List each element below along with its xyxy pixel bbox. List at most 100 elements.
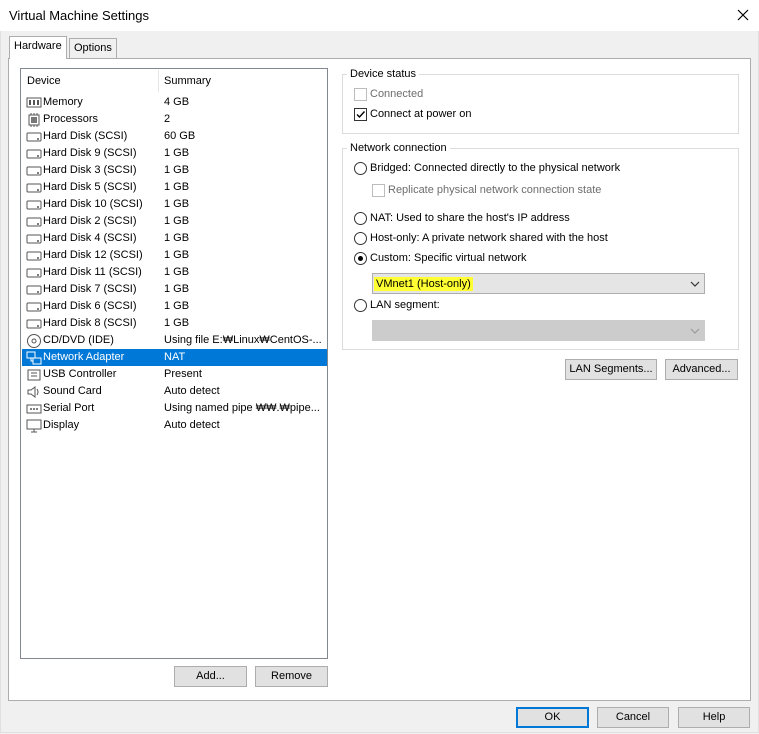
- replicate-checkbox[interactable]: [372, 184, 385, 197]
- device-name: Network Adapter: [43, 351, 125, 363]
- device-row[interactable]: Hard Disk 6 (SCSI) 1 GB: [22, 298, 327, 315]
- device-summary: 1 GB: [164, 283, 190, 295]
- tab-options[interactable]: Options: [69, 38, 117, 58]
- connected-checkbox[interactable]: [354, 88, 367, 101]
- device-name: Hard Disk 5 (SCSI): [43, 181, 137, 193]
- device-row[interactable]: Processors 2: [22, 111, 327, 128]
- device-summary: 1 GB: [164, 232, 190, 244]
- device-row[interactable]: Hard Disk 5 (SCSI) 1 GB: [22, 179, 327, 196]
- processor-icon: [28, 113, 40, 127]
- device-row[interactable]: Hard Disk 7 (SCSI) 1 GB: [22, 281, 327, 298]
- replicate-label: Replicate physical network connection st…: [388, 184, 602, 196]
- device-row[interactable]: Hard Disk 10 (SCSI) 1 GB: [22, 196, 327, 213]
- device-summary: Auto detect: [164, 419, 220, 431]
- hard-disk-icon: [26, 234, 42, 244]
- close-button[interactable]: [732, 3, 754, 27]
- cancel-button[interactable]: Cancel: [597, 707, 669, 728]
- device-row[interactable]: Hard Disk (SCSI) 60 GB: [22, 128, 327, 145]
- tab-hardware[interactable]: Hardware: [9, 36, 67, 59]
- advanced-button[interactable]: Advanced...: [665, 359, 738, 380]
- lan-segment-select[interactable]: [372, 320, 705, 341]
- network-adapter-icon: [26, 351, 42, 365]
- device-summary: 4 GB: [164, 96, 190, 108]
- custom-label: Custom: Specific virtual network: [370, 252, 527, 264]
- device-summary: Using named pipe ₩₩.₩pipe...: [164, 402, 320, 414]
- nat-radio[interactable]: [354, 212, 367, 225]
- device-name: Hard Disk 4 (SCSI): [43, 232, 137, 244]
- custom-radio[interactable]: [354, 252, 367, 265]
- connected-label: Connected: [370, 88, 424, 100]
- device-summary: 1 GB: [164, 164, 190, 176]
- host-only-radio[interactable]: [354, 232, 367, 245]
- lan-segment-radio[interactable]: [354, 299, 367, 312]
- device-name: USB Controller: [43, 368, 117, 380]
- monitor-icon: [26, 419, 42, 433]
- device-summary: 1 GB: [164, 198, 190, 210]
- device-name: CD/DVD (IDE): [43, 334, 114, 346]
- device-status-label: Device status: [347, 68, 420, 80]
- lan-segments-button[interactable]: LAN Segments...: [565, 359, 657, 380]
- column-header-summary[interactable]: Summary: [164, 75, 211, 89]
- column-header-device[interactable]: Device: [27, 75, 61, 89]
- device-name: Display: [43, 419, 80, 431]
- device-row[interactable]: Hard Disk 2 (SCSI) 1 GB: [22, 213, 327, 230]
- hard-disk-icon: [26, 200, 42, 210]
- device-name: Hard Disk 10 (SCSI): [43, 198, 143, 210]
- device-row[interactable]: Hard Disk 8 (SCSI) 1 GB: [22, 315, 327, 332]
- device-name: Hard Disk 3 (SCSI): [43, 164, 137, 176]
- hard-disk-icon: [26, 319, 42, 329]
- bridged-radio[interactable]: [354, 162, 367, 175]
- chevron-down-icon: [690, 328, 700, 334]
- device-name: Processors: [43, 113, 99, 125]
- hard-disk-icon: [26, 285, 42, 295]
- device-row[interactable]: Hard Disk 9 (SCSI) 1 GB: [22, 145, 327, 162]
- bridged-label: Bridged: Connected directly to the physi…: [370, 162, 621, 174]
- device-row[interactable]: Display Auto detect: [22, 417, 327, 434]
- device-summary: Using file E:₩Linux₩CentOS-...: [164, 334, 322, 346]
- nat-label: NAT: Used to share the host's IP address: [370, 212, 570, 224]
- device-row[interactable]: Hard Disk 12 (SCSI) 1 GB: [22, 247, 327, 264]
- device-name: Hard Disk (SCSI): [43, 130, 128, 142]
- device-row[interactable]: Network Adapter NAT: [22, 349, 327, 366]
- device-row[interactable]: Memory 4 GB: [22, 94, 327, 111]
- connect-at-power-on-checkbox[interactable]: [354, 108, 367, 121]
- device-row[interactable]: Hard Disk 4 (SCSI) 1 GB: [22, 230, 327, 247]
- lan-segment-label: LAN segment:: [370, 299, 440, 311]
- device-name: Hard Disk 2 (SCSI): [43, 215, 137, 227]
- device-name: Hard Disk 6 (SCSI): [43, 300, 137, 312]
- device-summary: NAT: [164, 351, 186, 363]
- device-summary: 1 GB: [164, 147, 190, 159]
- close-icon: [737, 9, 749, 21]
- device-row[interactable]: CD/DVD (IDE) Using file E:₩Linux₩CentOS-.…: [22, 332, 327, 349]
- hard-disk-icon: [26, 149, 42, 159]
- speaker-icon: [27, 386, 39, 398]
- add-button[interactable]: Add...: [174, 666, 247, 687]
- ok-button[interactable]: OK: [516, 707, 589, 728]
- column-separator[interactable]: [158, 70, 159, 92]
- device-summary: 1 GB: [164, 266, 190, 278]
- window-title: Virtual Machine Settings: [9, 8, 149, 23]
- device-summary: 1 GB: [164, 215, 190, 227]
- help-button[interactable]: Help: [678, 707, 750, 728]
- device-summary: 1 GB: [164, 181, 190, 193]
- memory-icon: [26, 97, 42, 108]
- device-row[interactable]: Hard Disk 11 (SCSI) 1 GB: [22, 264, 327, 281]
- hard-disk-icon: [26, 251, 42, 261]
- custom-network-select[interactable]: VMnet1 (Host-only): [372, 273, 705, 294]
- remove-button[interactable]: Remove: [255, 666, 328, 687]
- custom-network-value: VMnet1 (Host-only): [374, 277, 473, 291]
- connect-at-power-on-label: Connect at power on: [370, 108, 472, 120]
- device-name: Serial Port: [43, 402, 95, 414]
- device-summary: 60 GB: [164, 130, 196, 142]
- device-row[interactable]: Sound Card Auto detect: [22, 383, 327, 400]
- device-row[interactable]: Hard Disk 3 (SCSI) 1 GB: [22, 162, 327, 179]
- device-name: Memory: [43, 96, 83, 108]
- device-summary: Auto detect: [164, 385, 220, 397]
- hard-disk-icon: [26, 183, 42, 193]
- device-row[interactable]: Serial Port Using named pipe ₩₩.₩pipe...: [22, 400, 327, 417]
- device-summary: 2: [164, 113, 171, 125]
- host-only-label: Host-only: A private network shared with…: [370, 232, 608, 244]
- device-row[interactable]: USB Controller Present: [22, 366, 327, 383]
- hard-disk-icon: [26, 132, 42, 142]
- network-connection-label: Network connection: [347, 142, 450, 154]
